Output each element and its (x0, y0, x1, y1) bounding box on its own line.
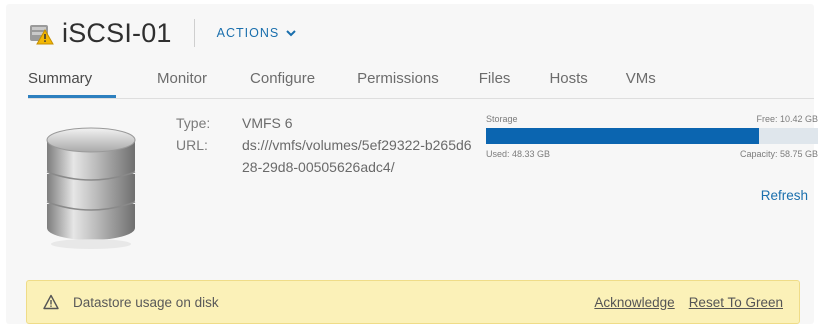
actions-label: ACTIONS (216, 26, 280, 40)
datastore-properties: Type: VMFS 6 URL: ds:///vmfs/volumes/5ef… (176, 112, 478, 178)
alarm-actions: Acknowledge Reset To Green (594, 295, 783, 310)
storage-free: Free: 10.42 GB (756, 114, 818, 124)
storage-usage: Storage Free: 10.42 GB Used: 48.33 GB Ca… (486, 114, 818, 159)
refresh-link[interactable]: Refresh (761, 188, 808, 203)
storage-label: Storage (486, 114, 518, 124)
tab-files[interactable]: Files (479, 66, 511, 96)
datastore-warning-icon (28, 20, 54, 46)
actions-menu-button[interactable]: ACTIONS (217, 26, 298, 40)
url-row: URL: ds:///vmfs/volumes/5ef29322-b265d62… (176, 134, 478, 178)
tab-vms[interactable]: VMs (626, 66, 656, 96)
reset-to-green-link[interactable]: Reset To Green (689, 295, 783, 310)
tab-configure[interactable]: Configure (250, 66, 315, 96)
acknowledge-link[interactable]: Acknowledge (594, 295, 674, 310)
storage-usage-bar-fill (486, 128, 760, 144)
url-value: ds:///vmfs/volumes/5ef29322-b265d628-29d… (242, 137, 472, 175)
header-divider (193, 19, 195, 47)
alarm-banner: Datastore usage on disk Acknowledge Rese… (26, 280, 800, 324)
url-label: URL: (176, 137, 208, 153)
storage-top-row: Storage Free: 10.42 GB (486, 114, 818, 124)
datastore-summary-panel: iSCSI-01 ACTIONS Summary Monitor Configu… (6, 4, 818, 324)
header: iSCSI-01 ACTIONS (28, 16, 297, 50)
alarm-message: Datastore usage on disk (73, 294, 219, 310)
chevron-down-icon (286, 30, 296, 37)
tab-bar-divider (28, 98, 814, 99)
warning-icon (43, 294, 59, 310)
storage-usage-bar (486, 128, 818, 144)
type-row: Type: VMFS 6 (176, 112, 478, 134)
tab-permissions[interactable]: Permissions (357, 66, 439, 96)
tab-monitor[interactable]: Monitor (157, 66, 207, 96)
page-title: iSCSI-01 (62, 17, 172, 48)
tab-bar: Summary Monitor Configure Permissions Fi… (28, 66, 656, 98)
tab-hosts[interactable]: Hosts (549, 66, 587, 96)
storage-bottom-row: Used: 48.33 GB Capacity: 58.75 GB (486, 149, 818, 159)
datastore-icon (43, 126, 139, 252)
type-value: VMFS 6 (242, 115, 293, 131)
storage-used: Used: 48.33 GB (486, 149, 551, 159)
type-label: Type: (176, 115, 211, 131)
tab-summary[interactable]: Summary (28, 66, 116, 98)
storage-capacity: Capacity: 58.75 GB (739, 149, 818, 159)
